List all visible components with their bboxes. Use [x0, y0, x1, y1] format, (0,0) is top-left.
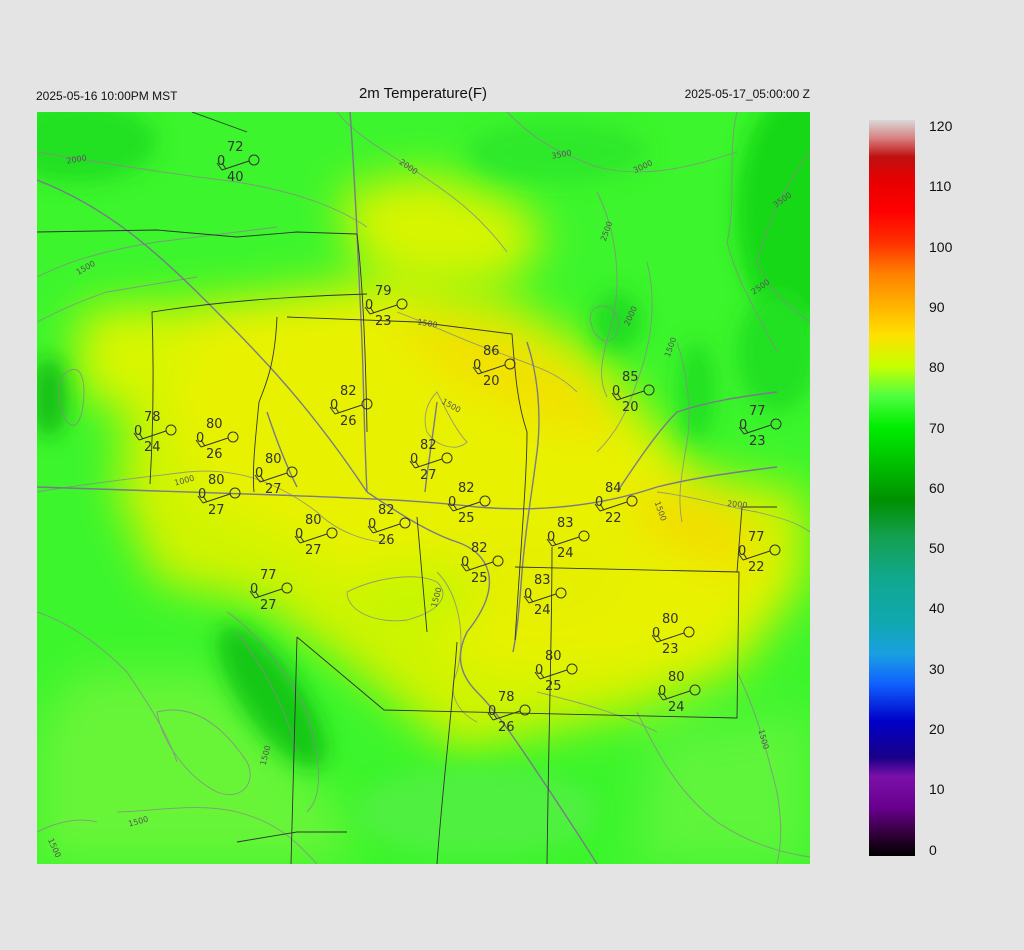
- station-temperature: 77: [260, 568, 277, 583]
- station-temperature: 83: [534, 573, 551, 588]
- station-zero: 0: [196, 431, 204, 446]
- station-zero: 0: [658, 684, 666, 699]
- station-temperature: 72: [227, 140, 244, 155]
- station-dewpoint: 27: [420, 468, 437, 483]
- station-dewpoint: 24: [144, 440, 161, 455]
- station-zero: 0: [488, 704, 496, 719]
- station-dewpoint: 26: [378, 533, 395, 548]
- station-zero: 0: [255, 466, 263, 481]
- station-zero: 0: [612, 384, 620, 399]
- station-temperature: 80: [265, 452, 282, 467]
- temperature-map: 2000 200035003000350025002500150020001500…: [37, 112, 810, 864]
- station-zero: 0: [535, 663, 543, 678]
- station-dewpoint: 40: [227, 170, 244, 185]
- colorbar-label: 110: [929, 178, 952, 195]
- station-temperature: 80: [208, 473, 225, 488]
- station-temperature: 86: [483, 344, 500, 359]
- station-temperature: 82: [458, 481, 475, 496]
- station-zero: 0: [738, 544, 746, 559]
- station-temperature: 80: [206, 417, 223, 432]
- valid-time-utc: 2025-05-17_05:00:00 Z: [684, 87, 810, 101]
- station-zero: 0: [250, 582, 258, 597]
- colorbar-label: 20: [929, 721, 945, 737]
- station-zero: 0: [448, 495, 456, 510]
- colorbar-label: 10: [929, 781, 945, 798]
- contour-label: 2000: [727, 499, 748, 510]
- colorbar-label: 60: [929, 479, 945, 496]
- colorbar-label: 90: [929, 298, 945, 315]
- station-temperature: 82: [340, 384, 357, 399]
- station-temperature: 84: [605, 481, 622, 496]
- station-zero: 0: [330, 398, 338, 413]
- station-zero: 0: [461, 555, 469, 570]
- station-dewpoint: 22: [748, 560, 765, 575]
- station-dewpoint: 27: [305, 543, 322, 558]
- station-zero: 0: [524, 587, 532, 602]
- station-temperature: 80: [662, 612, 679, 627]
- station-zero: 0: [217, 154, 225, 169]
- station-zero: 0: [547, 530, 555, 545]
- station-temperature: 77: [749, 404, 766, 419]
- station-dewpoint: 20: [483, 374, 500, 389]
- station-dewpoint: 27: [208, 503, 225, 518]
- station-zero: 0: [295, 527, 303, 542]
- station-dewpoint: 26: [206, 447, 223, 462]
- station-dewpoint: 25: [545, 679, 562, 694]
- station-temperature: 80: [305, 513, 322, 528]
- station-zero: 0: [134, 424, 142, 439]
- station-temperature: 80: [668, 670, 685, 685]
- colorbar-label: 0: [929, 841, 937, 858]
- station-dewpoint: 25: [471, 571, 488, 586]
- station-temperature: 82: [420, 438, 437, 453]
- station-dewpoint: 23: [662, 642, 679, 657]
- station-zero: 0: [595, 495, 603, 510]
- station-temperature: 80: [545, 649, 562, 664]
- station-dewpoint: 27: [265, 482, 282, 497]
- station-zero: 0: [652, 626, 660, 641]
- station-dewpoint: 26: [498, 720, 515, 735]
- station-temperature: 79: [375, 284, 392, 299]
- station-temperature: 78: [498, 690, 515, 705]
- colorbar-label: 40: [929, 600, 945, 617]
- colorbar-label: 70: [929, 419, 945, 436]
- station-zero: 0: [365, 298, 373, 313]
- station-temperature: 85: [622, 370, 639, 385]
- station-dewpoint: 23: [749, 434, 766, 449]
- station-temperature: 82: [471, 541, 488, 556]
- station-zero: 0: [410, 452, 418, 467]
- colorbar-label: 30: [929, 660, 945, 677]
- station-temperature: 77: [748, 530, 765, 545]
- station-dewpoint: 24: [557, 546, 574, 561]
- station-temperature: 78: [144, 410, 161, 425]
- station-temperature: 82: [378, 503, 395, 518]
- station-zero: 0: [473, 358, 481, 373]
- colorbar-label: 50: [929, 540, 945, 557]
- station-temperature: 83: [557, 516, 574, 531]
- station-zero: 0: [368, 517, 376, 532]
- station-dewpoint: 20: [622, 400, 639, 415]
- station-dewpoint: 24: [668, 700, 685, 715]
- colorbar-label: 100: [929, 238, 953, 255]
- color-scale-bar: [869, 120, 915, 856]
- colorbar-label: 80: [929, 359, 945, 376]
- station-dewpoint: 27: [260, 598, 277, 613]
- station-dewpoint: 23: [375, 314, 392, 329]
- station-zero: 0: [739, 418, 747, 433]
- station-zero: 0: [198, 487, 206, 502]
- station-dewpoint: 25: [458, 511, 475, 526]
- colorbar-label: 120: [929, 118, 953, 134]
- station-dewpoint: 22: [605, 511, 622, 526]
- station-dewpoint: 24: [534, 603, 551, 618]
- station-dewpoint: 26: [340, 414, 357, 429]
